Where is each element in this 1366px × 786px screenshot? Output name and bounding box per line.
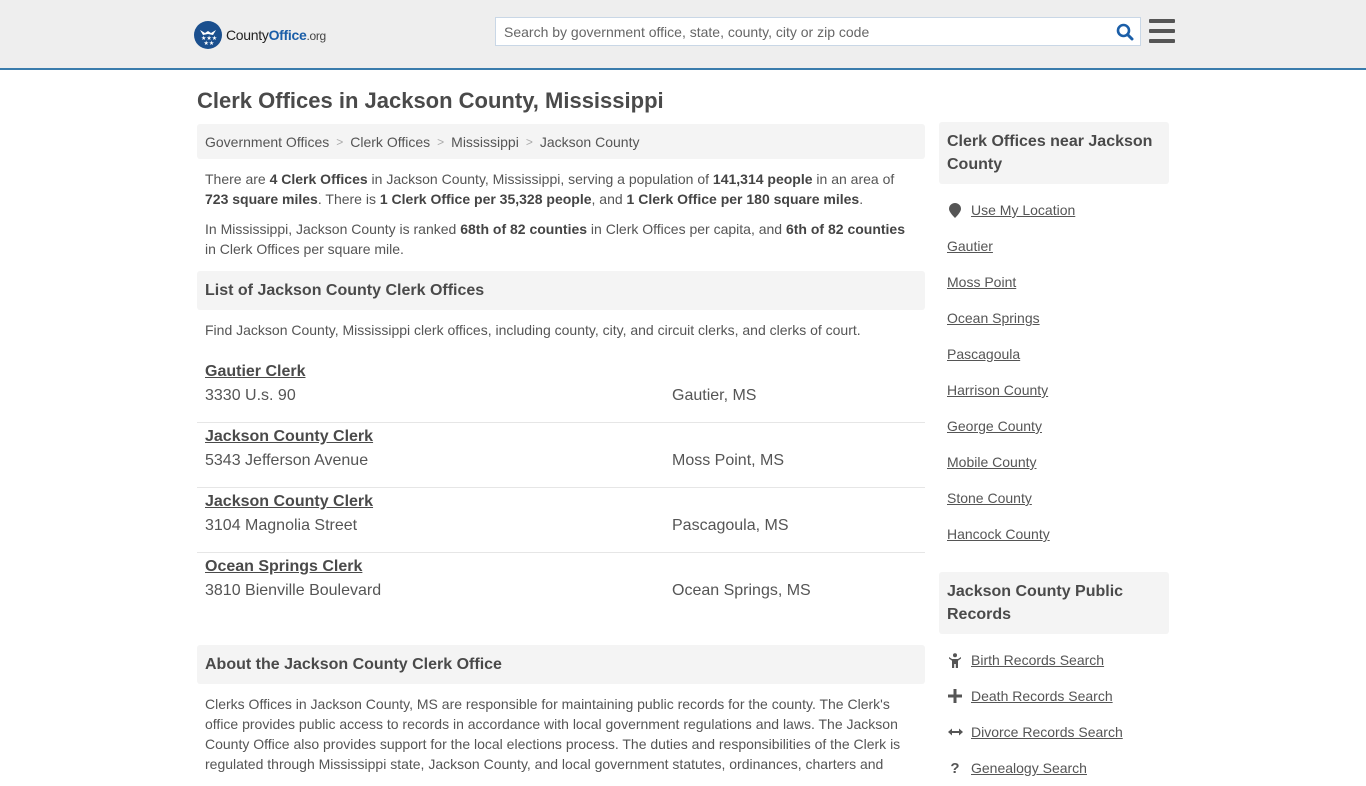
office-list: Gautier Clerk 3330 U.s. 90 Gautier, MS Ja… [197,358,925,618]
public-records-panel: Jackson County Public Records Birth Reco… [939,572,1169,786]
nearby-link[interactable]: George County [947,418,1042,434]
svg-text:★★: ★★ [204,40,215,46]
public-records-heading: Jackson County Public Records [939,572,1169,634]
nearby-link[interactable]: Harrison County [947,382,1048,398]
search-button[interactable] [1110,18,1140,45]
office-name-link[interactable]: Ocean Springs Clerk [205,557,362,577]
genealogy-search-link[interactable]: Genealogy Search [971,760,1087,776]
office-city: Ocean Springs, MS [672,582,811,599]
genealogy-search-item: ? Genealogy Search [947,750,1161,786]
menu-bar-icon [1149,39,1175,43]
about-heading: About the Jackson County Clerk Office [197,645,925,684]
birth-records-link[interactable]: Birth Records Search [971,652,1104,668]
office-name-link[interactable]: Gautier Clerk [205,362,305,382]
breadcrumb-jackson-county[interactable]: Jackson County [540,134,640,150]
office-name-link[interactable]: Jackson County Clerk [205,427,373,447]
nearby-link-item: Hancock County [947,516,1161,552]
question-icon: ? [950,759,960,777]
nearby-link[interactable]: Stone County [947,490,1032,506]
nearby-offices-list: Use My Location Gautier Moss Point Ocean… [939,192,1169,552]
search-input[interactable] [496,18,1110,45]
office-address: 3810 Bienville Boulevard [205,582,382,599]
nearby-link-item: Stone County [947,480,1161,516]
search-bar [495,17,1141,46]
nearby-link-item: Gautier [947,228,1161,264]
birth-records-item: Birth Records Search [947,642,1161,678]
nearby-link[interactable]: Hancock County [947,526,1050,542]
office-list-section: List of Jackson County Clerk Offices Fin… [197,271,925,618]
breadcrumb-separator: > [437,134,445,149]
site-header: ★★★ ★★ CountyOffice.org [0,0,1366,70]
office-city: Gautier, MS [672,387,757,404]
divorce-records-link[interactable]: Divorce Records Search [971,724,1123,740]
office-list-item: Jackson County Clerk 3104 Magnolia Stree… [197,488,925,553]
intro-stats-paragraph: There are 4 Clerk Offices in Jackson Cou… [205,171,895,207]
public-records-list: Birth Records Search Death Records Searc… [939,642,1169,786]
menu-bar-icon [1149,19,1175,23]
page-title: Clerk Offices in Jackson County, Mississ… [197,88,664,113]
office-name-link[interactable]: Jackson County Clerk [205,492,373,512]
intro-ranking-paragraph: In Mississippi, Jackson County is ranked… [205,221,906,257]
office-address: 5343 Jefferson Avenue [205,452,369,469]
arrows-horizontal-icon [947,727,963,737]
breadcrumb-separator: > [336,134,344,149]
divorce-records-item: Divorce Records Search [947,714,1161,750]
nearby-link[interactable]: Ocean Springs [947,310,1040,326]
nearby-link[interactable]: Pascagoula [947,346,1020,362]
eagle-stars-logo-icon: ★★★ ★★ [194,21,222,49]
office-list-heading: List of Jackson County Clerk Offices [197,271,925,310]
breadcrumb-mississippi[interactable]: Mississippi [451,134,519,150]
breadcrumb: Government Offices > Clerk Offices > Mis… [197,124,925,159]
death-records-link[interactable]: Death Records Search [971,688,1113,704]
breadcrumb-separator: > [525,134,533,149]
logo-wordmark: CountyOffice.org [226,27,326,43]
office-list-item: Gautier Clerk 3330 U.s. 90 Gautier, MS [197,358,925,423]
death-records-item: Death Records Search [947,678,1161,714]
use-my-location-item: Use My Location [947,192,1161,228]
office-city: Pascagoula, MS [672,517,789,534]
nearby-link[interactable]: Mobile County [947,454,1037,470]
breadcrumb-clerk-offices[interactable]: Clerk Offices [350,134,430,150]
about-section: About the Jackson County Clerk Office Cl… [197,645,925,774]
nearby-link-item: Harrison County [947,372,1161,408]
office-list-item: Jackson County Clerk 5343 Jefferson Aven… [197,423,925,488]
nearby-link-item: Ocean Springs [947,300,1161,336]
search-icon [1116,23,1134,40]
hamburger-menu-button[interactable] [1149,19,1175,43]
office-address: 3104 Magnolia Street [205,517,358,534]
intro-text: There are 4 Clerk Offices in Jackson Cou… [197,169,925,259]
menu-bar-icon [1149,29,1175,33]
child-icon [947,652,963,668]
nearby-link-item: Mobile County [947,444,1161,480]
plus-icon [947,689,963,703]
office-address: 3330 U.s. 90 [205,387,296,404]
nearby-link-item: Moss Point [947,264,1161,300]
nearby-link[interactable]: Gautier [947,238,993,254]
site-logo[interactable]: ★★★ ★★ CountyOffice.org [194,20,326,50]
office-city: Moss Point, MS [672,452,785,469]
main-content: Government Offices > Clerk Offices > Mis… [197,124,925,774]
nearby-offices-panel: Clerk Offices near Jackson County Use My… [939,122,1169,552]
nearby-link-item: Pascagoula [947,336,1161,372]
office-list-description: Find Jackson County, Mississippi clerk o… [205,322,861,338]
about-text: Clerks Offices in Jackson County, MS are… [205,696,901,772]
breadcrumb-government-offices[interactable]: Government Offices [205,134,329,150]
nearby-link[interactable]: Moss Point [947,274,1016,290]
office-list-item: Ocean Springs Clerk 3810 Bienville Boule… [197,553,925,618]
sidebar: Clerk Offices near Jackson County Use My… [939,122,1169,786]
use-my-location-link[interactable]: Use My Location [971,202,1075,218]
nearby-offices-heading: Clerk Offices near Jackson County [939,122,1169,184]
nearby-link-item: George County [947,408,1161,444]
map-marker-icon [947,202,963,218]
